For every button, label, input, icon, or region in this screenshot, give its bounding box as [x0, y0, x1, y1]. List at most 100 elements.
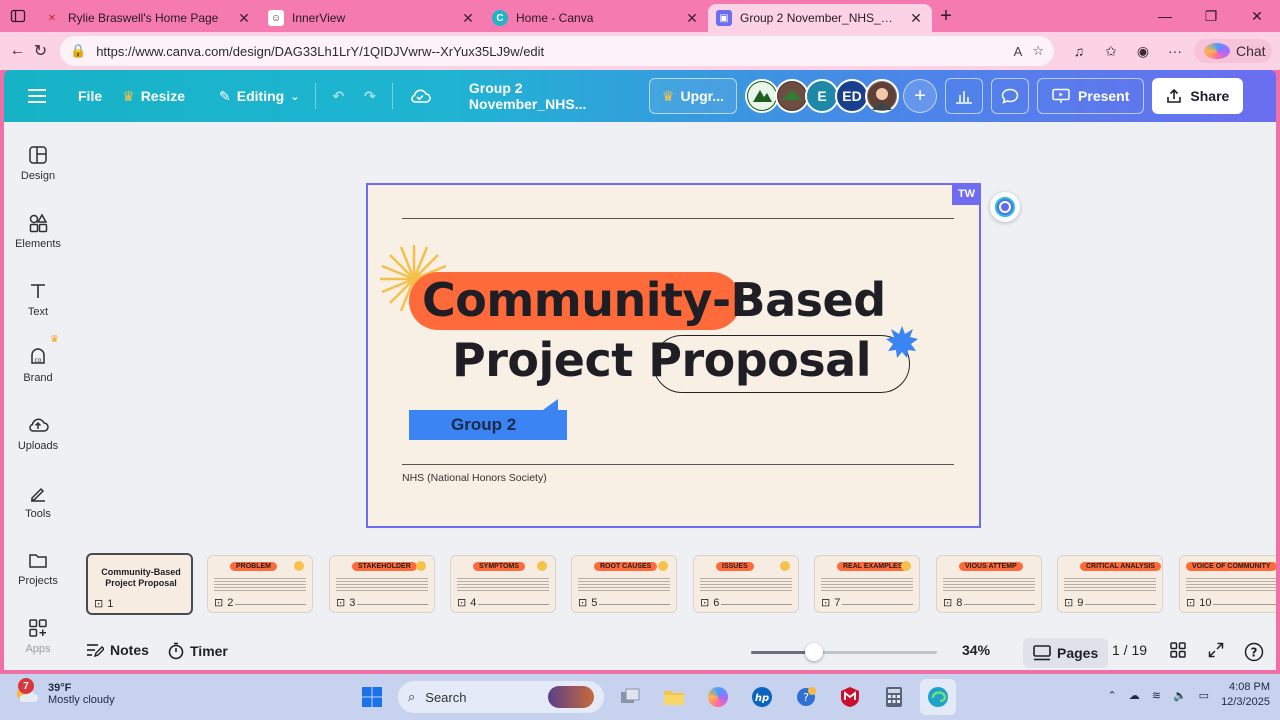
- browser-tab-3[interactable]: C Home - Canva ✕: [484, 4, 708, 32]
- add-collaborator-icon[interactable]: +: [903, 79, 938, 113]
- windows-start-icon[interactable]: [354, 679, 390, 715]
- restore-icon[interactable]: ❐: [1188, 0, 1234, 32]
- page-thumbnail-8[interactable]: VIOUS ATTEMP ⊡ 8: [936, 555, 1042, 613]
- page-number: 10: [1199, 596, 1212, 609]
- copilot-app-icon[interactable]: [700, 679, 736, 715]
- redo-icon[interactable]: ↷: [354, 70, 386, 122]
- sidebar-item-design[interactable]: Design: [4, 144, 72, 182]
- taskbar-search[interactable]: ⌕ Search: [398, 681, 604, 713]
- edge-browser-icon[interactable]: [920, 679, 956, 715]
- more-menu-icon[interactable]: ···: [1162, 43, 1188, 59]
- crown-icon: ♛: [661, 87, 675, 104]
- wifi-icon[interactable]: ≋: [1152, 689, 1161, 702]
- grid-view-icon[interactable]: [1170, 642, 1186, 658]
- refresh-icon[interactable]: ↻: [31, 37, 50, 65]
- address-bar[interactable]: 🔒 https://www.canva.com/design/DAG33Lh1L…: [60, 36, 1054, 66]
- present-button[interactable]: Present: [1037, 78, 1145, 114]
- close-tab-icon[interactable]: ✕: [684, 10, 700, 27]
- page-thumbnail-6[interactable]: ISSUES ⊡ 6: [693, 555, 799, 613]
- slide-title-line-2[interactable]: Project Proposal: [452, 333, 871, 387]
- browser-tab-1[interactable]: ✕ Rylie Braswell's Home Page ✕: [36, 4, 260, 32]
- read-aloud-icon[interactable]: A: [1014, 44, 1023, 59]
- share-button[interactable]: Share: [1152, 78, 1244, 114]
- back-icon[interactable]: ←: [8, 37, 27, 65]
- favorites-icon[interactable]: ✩: [1098, 43, 1124, 60]
- magic-assistant-icon[interactable]: [990, 192, 1020, 222]
- clock[interactable]: 4:08 PM 12/3/2025: [1221, 680, 1270, 710]
- slide-title-line-1[interactable]: Community-Based: [422, 273, 886, 327]
- zoom-level[interactable]: 34%: [962, 642, 990, 658]
- insights-chart-icon[interactable]: [945, 78, 984, 114]
- page-thumbnail-10[interactable]: VOICE OF COMMUNITY ⊡ 10: [1179, 555, 1276, 613]
- page-counter[interactable]: 1 / 19: [1112, 642, 1147, 658]
- sidebar-item-text[interactable]: Text: [4, 280, 72, 318]
- hp-app-icon[interactable]: hp: [744, 679, 780, 715]
- avatar[interactable]: [745, 79, 780, 113]
- extension-icon[interactable]: ♫: [1066, 43, 1092, 59]
- sidebar-item-brand[interactable]: ♛ co Brand: [4, 334, 72, 384]
- page-thumbnail-1[interactable]: Community-Based Project Proposal ⊡ 1: [86, 553, 193, 615]
- editor-workspace: Design Elements Text ♛ co Brand Uploads …: [4, 122, 1276, 670]
- pages-button[interactable]: Pages: [1023, 638, 1109, 668]
- sidebar-item-uploads[interactable]: Uploads: [4, 414, 72, 452]
- copilot-chat-button[interactable]: Chat: [1194, 39, 1272, 63]
- avatar[interactable]: E: [805, 79, 840, 113]
- page-thumbnail-3[interactable]: STAKEHOLDER ⊡ 3: [329, 555, 435, 613]
- upgrade-button[interactable]: ♛ Upgr...: [648, 78, 738, 114]
- onedrive-icon[interactable]: ☁: [1129, 689, 1140, 702]
- task-view-icon[interactable]: [612, 679, 648, 715]
- close-tab-icon[interactable]: ✕: [236, 10, 252, 27]
- thumbnail-number: ⊡ 4: [457, 596, 479, 609]
- resize-button[interactable]: ♛ Resize: [112, 70, 195, 122]
- page-thumbnail-9[interactable]: CRITICAL ANALYSIS ⊡ 9: [1057, 555, 1163, 613]
- search-icon: ⌕: [408, 689, 416, 704]
- timer-button[interactable]: Timer: [168, 642, 228, 660]
- file-explorer-icon[interactable]: [656, 679, 692, 715]
- profile-icon[interactable]: ◉: [1130, 43, 1156, 60]
- main-menu-icon[interactable]: [4, 70, 68, 122]
- new-tab-icon[interactable]: +: [932, 5, 960, 28]
- sidebar-item-elements[interactable]: Elements: [4, 212, 72, 250]
- close-window-icon[interactable]: ✕: [1234, 0, 1280, 32]
- sidebar-item-projects[interactable]: Projects: [4, 549, 72, 587]
- file-menu-button[interactable]: File: [68, 70, 112, 122]
- document-title[interactable]: Group 2 November_NHS...: [459, 70, 649, 122]
- close-tab-icon[interactable]: ✕: [460, 10, 476, 27]
- comment-icon[interactable]: [991, 78, 1030, 114]
- browser-tab-4[interactable]: ▣ Group 2 November_NHS_Commu ✕: [708, 4, 932, 32]
- fullscreen-icon[interactable]: [1208, 642, 1224, 658]
- weather-widget[interactable]: 7 39°F Mostly cloudy: [12, 678, 115, 708]
- page-thumbnail-4[interactable]: SYMPTOMS ⊡ 4: [450, 555, 556, 613]
- page-thumbnail-5[interactable]: ROOT CAUSES ⊡ 5: [571, 555, 677, 613]
- avatar[interactable]: [865, 79, 900, 113]
- undo-icon[interactable]: ↶: [322, 70, 354, 122]
- slide-canvas[interactable]: Community-Based Project Proposal Group 2…: [366, 183, 981, 528]
- battery-icon[interactable]: ▭: [1199, 689, 1209, 702]
- close-tab-icon[interactable]: ✕: [908, 10, 924, 27]
- tab-actions-icon[interactable]: [0, 0, 36, 32]
- avatar[interactable]: ED: [835, 79, 870, 113]
- zoom-slider[interactable]: [751, 643, 937, 661]
- favorite-star-icon[interactable]: ☆: [1032, 43, 1044, 59]
- browser-tab-2[interactable]: ☺ InnerView ✕: [260, 4, 484, 32]
- site-info-icon[interactable]: 🔒: [70, 43, 86, 59]
- sidebar-item-tools[interactable]: Tools: [4, 482, 72, 520]
- page-thumbnail-7[interactable]: REAL EXAMPLES ⊡ 7: [814, 555, 920, 613]
- minimize-icon[interactable]: —: [1142, 0, 1188, 32]
- avatar[interactable]: [775, 79, 810, 113]
- crown-icon: ♛: [122, 87, 135, 104]
- help-app-icon[interactable]: ?: [788, 679, 824, 715]
- group-label-tag[interactable]: Group 2: [409, 410, 567, 440]
- editing-mode-dropdown[interactable]: ✎ Editing ⌄: [209, 70, 309, 122]
- volume-icon[interactable]: 🔈: [1173, 689, 1187, 702]
- calculator-icon[interactable]: [876, 679, 912, 715]
- zoom-slider-handle[interactable]: [805, 643, 823, 661]
- mcafee-icon[interactable]: [832, 679, 868, 715]
- help-icon[interactable]: ?: [1244, 642, 1264, 662]
- cloud-saved-icon[interactable]: [399, 70, 441, 122]
- notes-button[interactable]: Notes: [86, 642, 149, 658]
- editing-label: Editing: [236, 88, 285, 104]
- page-number: 6: [713, 596, 720, 609]
- show-hidden-icons-icon[interactable]: ⌃: [1108, 689, 1117, 702]
- page-thumbnail-2[interactable]: PROBLEM ⊡ 2: [207, 555, 313, 613]
